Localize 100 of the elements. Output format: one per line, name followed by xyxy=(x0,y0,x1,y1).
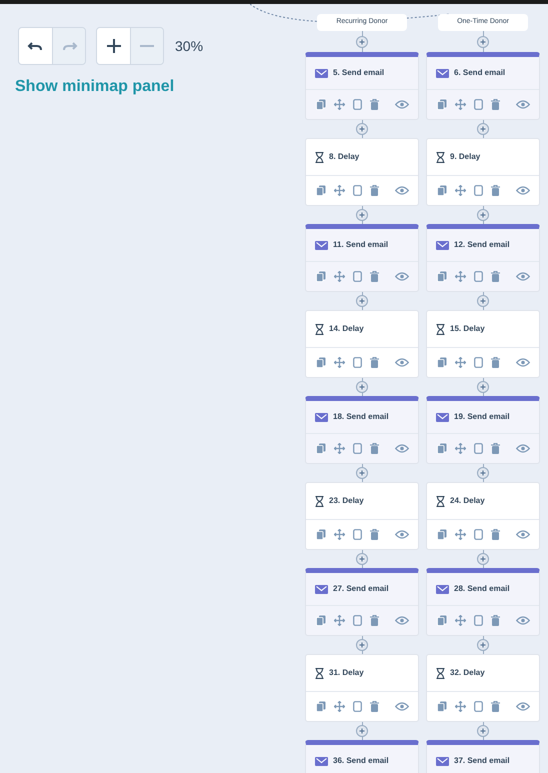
trash-icon[interactable] xyxy=(491,701,500,712)
clipboard-icon[interactable] xyxy=(474,701,483,712)
move-icon[interactable] xyxy=(334,443,345,454)
eye-icon[interactable] xyxy=(395,530,409,539)
add-step-icon[interactable] xyxy=(477,209,489,221)
add-step-icon[interactable] xyxy=(356,209,368,221)
eye-icon[interactable] xyxy=(395,272,409,281)
delay-step-card[interactable]: 15. Delay xyxy=(426,310,540,378)
delay-step-card[interactable]: 23. Delay xyxy=(305,482,419,550)
add-step-icon[interactable] xyxy=(477,725,489,737)
add-step-icon[interactable] xyxy=(356,381,368,393)
add-step-icon[interactable] xyxy=(356,36,368,48)
trash-icon[interactable] xyxy=(491,271,500,282)
add-step-icon[interactable] xyxy=(477,381,489,393)
add-step-icon[interactable] xyxy=(356,639,368,651)
eye-icon[interactable] xyxy=(395,616,409,625)
trash-icon[interactable] xyxy=(370,529,379,540)
eye-icon[interactable] xyxy=(516,444,530,453)
eye-icon[interactable] xyxy=(516,702,530,711)
trash-icon[interactable] xyxy=(491,443,500,454)
clipboard-icon[interactable] xyxy=(353,99,362,110)
copy-icon[interactable] xyxy=(316,615,326,626)
clipboard-icon[interactable] xyxy=(474,529,483,540)
move-icon[interactable] xyxy=(334,271,345,282)
copy-icon[interactable] xyxy=(316,443,326,454)
clipboard-icon[interactable] xyxy=(353,701,362,712)
email-step-card[interactable]: 18. Send email xyxy=(305,396,419,464)
move-icon[interactable] xyxy=(455,99,466,110)
copy-icon[interactable] xyxy=(437,529,447,540)
add-step-icon[interactable] xyxy=(356,467,368,479)
move-icon[interactable] xyxy=(334,185,345,196)
add-step-icon[interactable] xyxy=(477,123,489,135)
delay-step-card[interactable]: 8. Delay xyxy=(305,138,419,206)
move-icon[interactable] xyxy=(334,701,345,712)
copy-icon[interactable] xyxy=(437,615,447,626)
clipboard-icon[interactable] xyxy=(353,443,362,454)
add-step-icon[interactable] xyxy=(477,36,489,48)
delay-step-card[interactable]: 24. Delay xyxy=(426,482,540,550)
trash-icon[interactable] xyxy=(370,443,379,454)
copy-icon[interactable] xyxy=(316,99,326,110)
move-icon[interactable] xyxy=(334,615,345,626)
trash-icon[interactable] xyxy=(370,99,379,110)
add-step-icon[interactable] xyxy=(477,553,489,565)
trash-icon[interactable] xyxy=(491,99,500,110)
move-icon[interactable] xyxy=(334,99,345,110)
copy-icon[interactable] xyxy=(437,271,447,282)
copy-icon[interactable] xyxy=(316,185,326,196)
eye-icon[interactable] xyxy=(516,100,530,109)
copy-icon[interactable] xyxy=(316,357,326,368)
delay-step-card[interactable]: 9. Delay xyxy=(426,138,540,206)
clipboard-icon[interactable] xyxy=(353,357,362,368)
trash-icon[interactable] xyxy=(370,271,379,282)
trash-icon[interactable] xyxy=(491,615,500,626)
copy-icon[interactable] xyxy=(437,701,447,712)
add-step-icon[interactable] xyxy=(477,467,489,479)
clipboard-icon[interactable] xyxy=(353,271,362,282)
add-step-icon[interactable] xyxy=(356,123,368,135)
clipboard-icon[interactable] xyxy=(474,185,483,196)
add-step-icon[interactable] xyxy=(477,295,489,307)
add-step-icon[interactable] xyxy=(356,553,368,565)
email-step-card[interactable]: 6. Send email xyxy=(426,52,540,120)
trash-icon[interactable] xyxy=(370,357,379,368)
clipboard-icon[interactable] xyxy=(474,443,483,454)
copy-icon[interactable] xyxy=(437,99,447,110)
move-icon[interactable] xyxy=(334,357,345,368)
eye-icon[interactable] xyxy=(395,444,409,453)
delay-step-card[interactable]: 14. Delay xyxy=(305,310,419,378)
email-step-card[interactable]: 12. Send email xyxy=(426,224,540,292)
eye-icon[interactable] xyxy=(395,702,409,711)
zoom-in-button[interactable] xyxy=(97,28,130,64)
eye-icon[interactable] xyxy=(516,530,530,539)
delay-step-card[interactable]: 32. Delay xyxy=(426,654,540,722)
trash-icon[interactable] xyxy=(370,701,379,712)
clipboard-icon[interactable] xyxy=(353,185,362,196)
move-icon[interactable] xyxy=(455,185,466,196)
clipboard-icon[interactable] xyxy=(474,99,483,110)
move-icon[interactable] xyxy=(455,615,466,626)
move-icon[interactable] xyxy=(334,529,345,540)
eye-icon[interactable] xyxy=(516,272,530,281)
eye-icon[interactable] xyxy=(395,186,409,195)
undo-button[interactable] xyxy=(19,28,52,64)
move-icon[interactable] xyxy=(455,357,466,368)
copy-icon[interactable] xyxy=(316,271,326,282)
eye-icon[interactable] xyxy=(395,358,409,367)
eye-icon[interactable] xyxy=(395,100,409,109)
email-step-card[interactable]: 28. Send email xyxy=(426,568,540,636)
eye-icon[interactable] xyxy=(516,186,530,195)
move-icon[interactable] xyxy=(455,529,466,540)
move-icon[interactable] xyxy=(455,271,466,282)
add-step-icon[interactable] xyxy=(477,639,489,651)
copy-icon[interactable] xyxy=(437,185,447,196)
trash-icon[interactable] xyxy=(370,615,379,626)
clipboard-icon[interactable] xyxy=(474,357,483,368)
email-step-card[interactable]: 27. Send email xyxy=(305,568,419,636)
email-step-card[interactable]: 5. Send email xyxy=(305,52,419,120)
move-icon[interactable] xyxy=(455,443,466,454)
clipboard-icon[interactable] xyxy=(353,529,362,540)
clipboard-icon[interactable] xyxy=(474,615,483,626)
email-step-card[interactable]: 36. Send email xyxy=(305,740,419,773)
copy-icon[interactable] xyxy=(437,443,447,454)
